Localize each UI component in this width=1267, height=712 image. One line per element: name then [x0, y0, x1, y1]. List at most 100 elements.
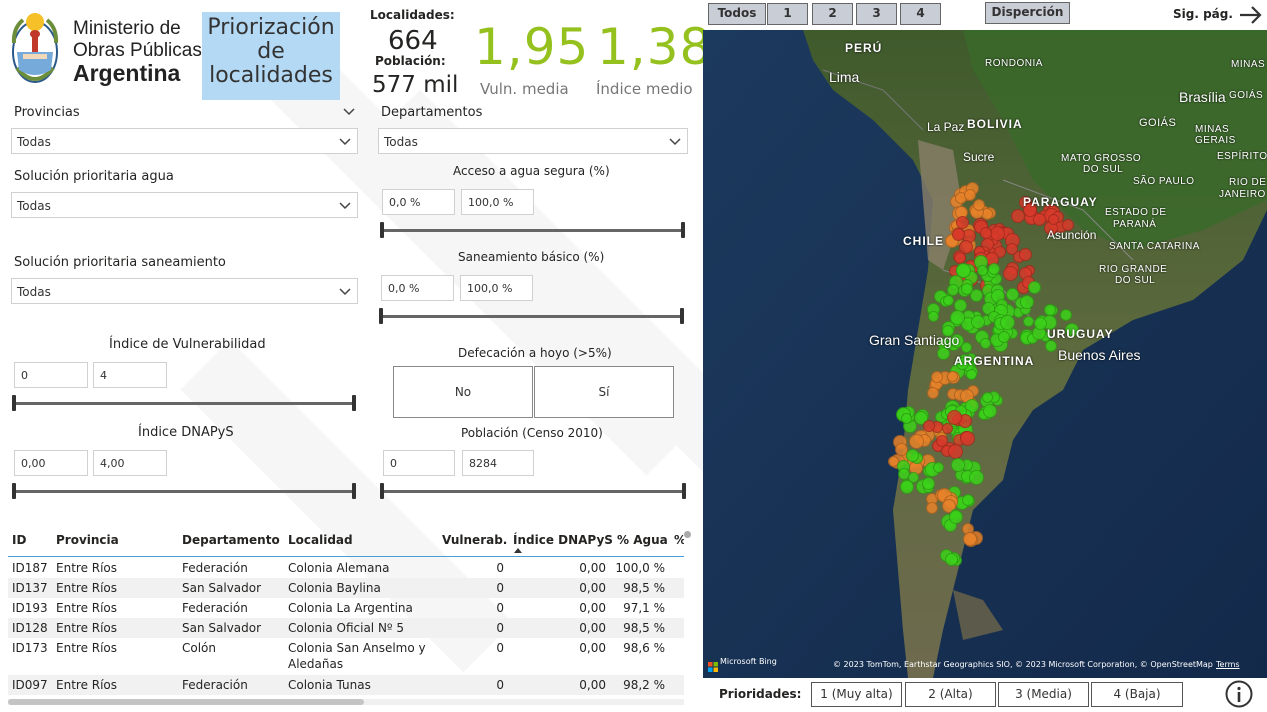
map-point[interactable] [932, 461, 944, 473]
map-label-goias: GOIÁS [1229, 90, 1264, 101]
acceso-agua-slider[interactable] [380, 222, 685, 238]
dnapys-slider[interactable] [12, 483, 356, 499]
col-header-departamento[interactable]: Departamento [182, 533, 280, 547]
map-point[interactable] [989, 225, 1005, 241]
arrow-right-icon[interactable] [1238, 4, 1264, 26]
map-point[interactable] [1048, 213, 1060, 225]
col-header-id[interactable]: ID [12, 533, 26, 547]
acceso-agua-max-input[interactable]: 100,0 % [461, 189, 534, 215]
map-point[interactable] [963, 531, 978, 546]
table-row[interactable]: ID173 Entre Ríos Colón Colonia San Anselmo … [8, 638, 684, 675]
dnapys-max-input[interactable]: 4,00 [93, 450, 167, 476]
slider-handle-min[interactable] [379, 308, 383, 324]
col-header-more[interactable]: % [674, 533, 684, 547]
table-row[interactable]: ID187 Entre Ríos Federación Colonia Alemana… [8, 558, 684, 578]
map-point[interactable] [947, 443, 963, 459]
dispersion-button[interactable]: Disperción [985, 2, 1070, 24]
map-point[interactable] [962, 493, 975, 506]
map-point[interactable] [921, 476, 935, 490]
dnapys-min-input[interactable]: 0,00 [14, 450, 88, 476]
slider-handle-min[interactable] [12, 395, 16, 411]
saneamiento-max-input[interactable]: 100,0 % [460, 275, 533, 301]
saneamiento-slider[interactable] [379, 308, 684, 324]
col-header-agua[interactable]: % Agua [617, 533, 668, 547]
priority-2-button[interactable]: 2 (Alta) [905, 682, 996, 707]
poblacion-min-input[interactable]: 0 [383, 450, 455, 476]
horizontal-scrollbar[interactable] [8, 699, 684, 705]
table-row[interactable]: ID128 Entre Ríos San Salvador Colonia Ofici… [8, 618, 684, 638]
map-label-asuncion: Asunción [1047, 228, 1097, 242]
table-row[interactable]: ID193 Entre Ríos Federación Colonia La Arge… [8, 598, 684, 618]
map-point[interactable] [926, 386, 939, 399]
col-header-vulnerab[interactable]: Vulnerab. [442, 533, 507, 547]
map-point[interactable] [1018, 247, 1032, 261]
map-point[interactable] [1045, 339, 1058, 352]
tab-1[interactable]: 1 [767, 3, 808, 25]
vulnerabilidad-slider[interactable] [12, 395, 356, 411]
map-point[interactable] [1020, 295, 1035, 309]
cell-id: ID097 [12, 678, 48, 692]
priority-1-button[interactable]: 1 (Muy alta) [811, 682, 902, 707]
map-point[interactable] [961, 341, 973, 353]
map-point[interactable] [900, 479, 915, 494]
map-label-estado-de: ESTADO DE [1105, 207, 1167, 218]
tab-4[interactable]: 4 [900, 3, 941, 25]
map-point[interactable] [969, 469, 985, 485]
table-row[interactable]: ID137 Entre Ríos San Salvador Colonia Bayli… [8, 578, 684, 598]
map-point[interactable] [972, 198, 985, 211]
tab-2[interactable]: 2 [812, 3, 853, 25]
map-label-parana: PARANÁ [1113, 219, 1157, 230]
map-point[interactable] [935, 435, 948, 448]
map-point[interactable] [923, 419, 936, 432]
provincias-dropdown[interactable]: Todas [11, 128, 358, 154]
map-visual[interactable]: PERÚ Lima RONDONIA MINAS GOIÁS Brasília … [703, 30, 1267, 678]
map-point[interactable] [955, 216, 969, 230]
map-point[interactable] [1022, 316, 1034, 328]
map-point[interactable] [979, 337, 991, 349]
map-attribution[interactable]: © 2023 TomTom, Earthstar Geographics SIO… [833, 660, 1213, 669]
chevron-down-icon[interactable] [343, 103, 355, 116]
sol-saneamiento-dropdown[interactable]: Todas [11, 278, 358, 304]
map-label-chile: CHILE [903, 234, 944, 248]
col-header-dnapys[interactable]: Índice DNAPyS [513, 533, 613, 547]
map-point[interactable] [1043, 304, 1056, 317]
map-point[interactable] [950, 309, 966, 325]
poblacion-label: Población: [375, 54, 446, 68]
slider-handle-min[interactable] [12, 483, 16, 499]
departamentos-dropdown[interactable]: Todas [378, 128, 688, 154]
col-header-localidad[interactable]: Localidad [288, 533, 353, 547]
slider-handle-max[interactable] [352, 483, 356, 499]
saneamiento-min-input[interactable]: 0,0 % [381, 275, 454, 301]
vulnerabilidad-min-input[interactable]: 0 [14, 362, 88, 388]
vulnerabilidad-max-input[interactable]: 4 [93, 362, 167, 388]
slider-handle-max[interactable] [680, 308, 684, 324]
acceso-agua-min-input[interactable]: 0,0 % [382, 189, 455, 215]
defecacion-no-button[interactable]: No [393, 366, 533, 418]
report-page: { "header": { "logo_lines": ["Ministerio… [0, 0, 1267, 712]
provincias-value: Todas [17, 135, 51, 149]
acceso-agua-label: Acceso a agua segura (%) [453, 164, 610, 178]
info-icon[interactable] [1225, 680, 1253, 708]
scrollbar-thumb[interactable] [8, 699, 364, 705]
slider-handle-max[interactable] [681, 222, 685, 238]
tab-todos[interactable]: Todos [708, 3, 766, 25]
slider-handle-max[interactable] [352, 395, 356, 411]
priority-3-button[interactable]: 3 (Media) [998, 682, 1089, 707]
map-point[interactable] [900, 412, 912, 424]
slider-handle-max[interactable] [682, 483, 686, 499]
map-point[interactable] [963, 188, 976, 201]
poblacion-max-input[interactable]: 8284 [462, 450, 534, 476]
tab-3[interactable]: 3 [856, 3, 897, 25]
map-point[interactable] [987, 263, 1000, 276]
slider-handle-min[interactable] [380, 483, 384, 499]
sol-agua-dropdown[interactable]: Todas [11, 192, 358, 218]
map-point[interactable] [930, 371, 943, 384]
defecacion-si-button[interactable]: Sí [534, 366, 674, 418]
poblacion-slider[interactable] [380, 483, 686, 499]
table-row[interactable]: ID097 Entre Ríos Federación Colonia Tunas 0 0… [8, 675, 684, 695]
priority-4-button[interactable]: 4 (Baja) [1091, 682, 1183, 707]
slider-handle-min[interactable] [380, 222, 384, 238]
col-header-provincia[interactable]: Provincia [56, 533, 119, 547]
terms-link[interactable]: Terms [1216, 660, 1240, 669]
map-point[interactable] [997, 330, 1010, 343]
